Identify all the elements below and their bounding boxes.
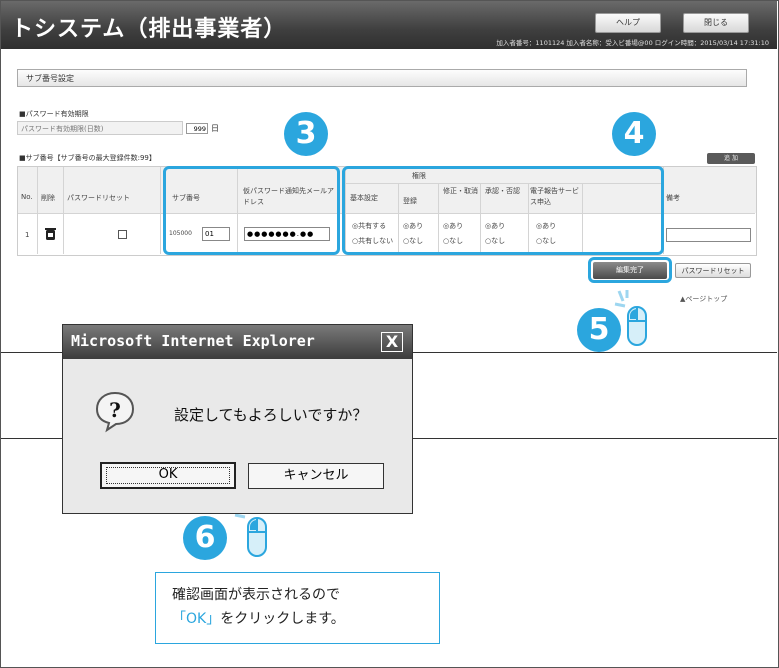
section-title: サブ番号設定 — [17, 69, 747, 87]
callout-line-2: 「OK」をクリックします。 — [172, 607, 439, 631]
dialog-titlebar: Microsoft Internet Explorer X — [63, 325, 412, 359]
password-days-unit: 日 — [211, 124, 219, 133]
pw-reset-checkbox[interactable] — [118, 230, 127, 239]
subnumber-heading: ■サブ番号【サブ番号の最大登録件数:99】 — [19, 154, 156, 162]
dialog-message: 設定してもよろしいですか？ — [174, 406, 368, 424]
callout-ok-word: 「OK」 — [172, 611, 221, 627]
row-no: 1 — [25, 231, 30, 239]
col-no: No. — [21, 193, 33, 201]
col-pw-reset: パスワードリセット — [67, 194, 130, 202]
highlight-box-4 — [342, 166, 664, 255]
password-days-input[interactable]: 999 — [186, 123, 208, 134]
dialog-close-button[interactable]: X — [381, 332, 403, 352]
login-info: 加入者番号：1101124 加入者名称：受入ビ番場@00 ログイン時間：2015… — [496, 39, 769, 47]
callout-line-2-rest: をクリックします。 — [220, 611, 345, 627]
dialog-title: Microsoft Internet Explorer — [71, 332, 315, 350]
step-badge-4: 4 — [612, 112, 656, 156]
col-delete: 削除 — [41, 194, 55, 202]
highlight-box-3 — [163, 166, 340, 255]
close-app-button[interactable]: 閉じる — [683, 13, 749, 33]
step-badge-3: 3 — [284, 112, 328, 156]
col-remarks: 備考 — [666, 194, 680, 202]
password-reset-button[interactable]: パスワードリセット — [675, 263, 751, 278]
app-header: トシステム（排出事業者） ヘルプ 閉じる 加入者番号：1101124 加入者名称… — [1, 1, 777, 49]
mouse-click-icon — [614, 290, 647, 346]
confirm-dialog: Microsoft Internet Explorer X ? 設定してもよろし… — [62, 324, 413, 514]
password-days-label: パスワード有効期限(日数) — [17, 121, 183, 135]
callout-line-1: 確認画面が表示されるので — [172, 587, 340, 603]
remarks-input[interactable] — [666, 228, 751, 242]
ok-button[interactable]: OK — [100, 462, 236, 489]
password-heading: ■パスワード有効期限 — [19, 110, 89, 118]
cancel-button[interactable]: キャンセル — [248, 463, 384, 489]
add-row-button[interactable]: 追 加 — [707, 153, 755, 164]
highlight-box-5 — [588, 257, 672, 283]
page-top-link[interactable]: ▲ページトップ — [680, 294, 727, 304]
step-badge-6: 6 — [183, 516, 227, 560]
trash-icon[interactable] — [44, 227, 57, 241]
app-title: トシステム（排出事業者） — [11, 17, 287, 42]
ok-focus-ring — [106, 467, 230, 484]
question-icon: ? — [95, 391, 135, 433]
svg-text:?: ? — [109, 398, 121, 422]
help-button[interactable]: ヘルプ — [595, 13, 661, 33]
instruction-callout: 確認画面が表示されるので 「OK」をクリックします。 — [155, 572, 440, 644]
